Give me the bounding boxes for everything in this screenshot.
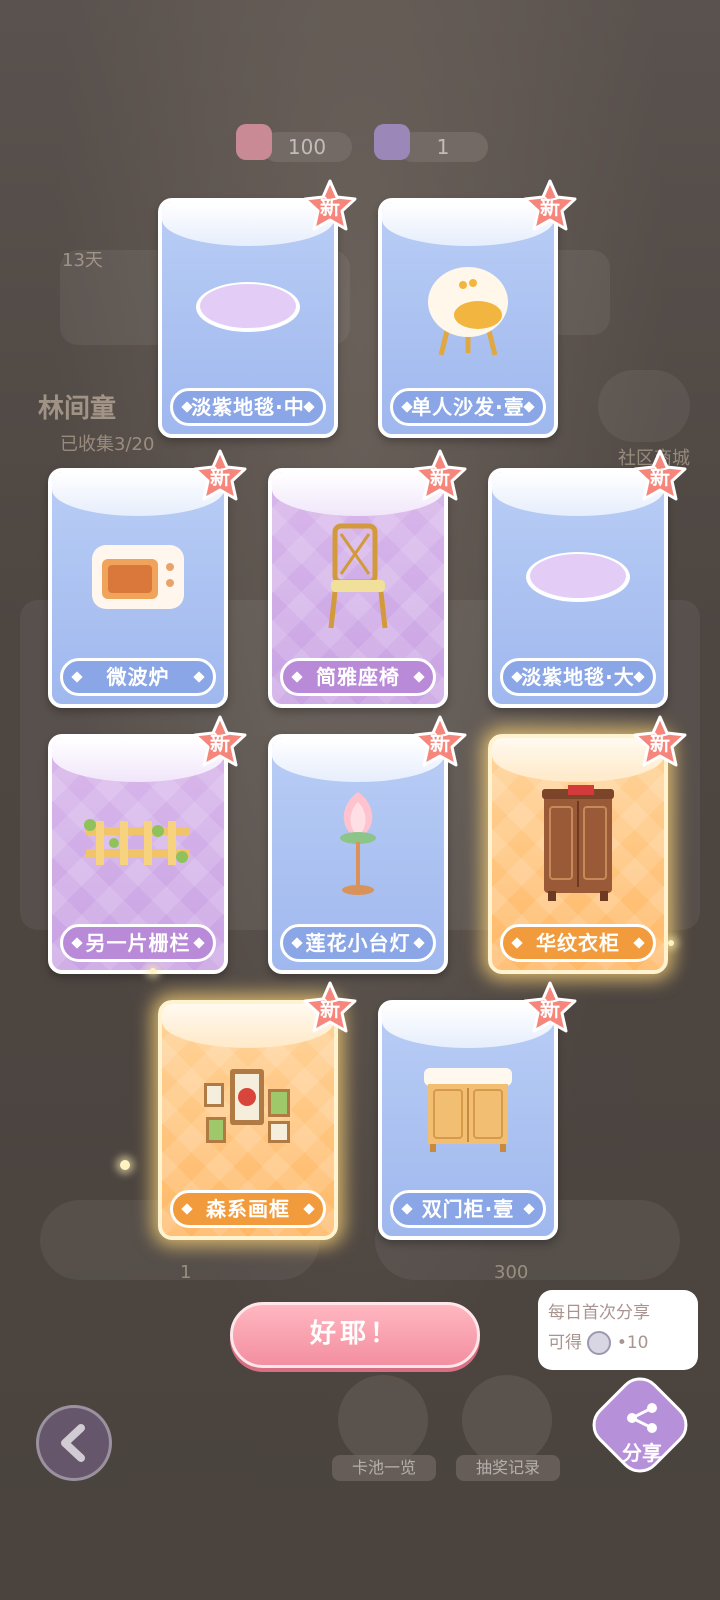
new-badge-text: 新	[650, 731, 670, 755]
draw-record-button[interactable]	[462, 1375, 552, 1465]
share-tip-reward: •10	[616, 1333, 649, 1353]
new-badge: 新	[412, 448, 468, 504]
back-button[interactable]	[36, 1405, 112, 1481]
ticket-icon	[374, 124, 410, 160]
draw-record-label: 抽奖记录	[456, 1455, 560, 1481]
confirm-button[interactable]: 好耶！	[230, 1302, 480, 1368]
new-badge-text: 新	[540, 195, 560, 219]
new-badge: 新	[632, 714, 688, 770]
reward-card[interactable]: 淡紫地毯·中	[158, 198, 338, 438]
days-badge: 13天	[62, 250, 103, 271]
new-badge: 新	[522, 980, 578, 1036]
sofa-icon	[423, 257, 513, 361]
arrow-left-icon	[61, 1424, 85, 1462]
paw-coin-icon	[587, 1331, 612, 1355]
card-label: 淡紫地毯·中	[170, 388, 326, 426]
cabinet-icon	[418, 1064, 518, 1158]
new-badge-text: 新	[210, 731, 230, 755]
reward-card[interactable]: 单人沙发·壹	[378, 198, 558, 438]
picture-frames-icon	[198, 1059, 298, 1163]
new-badge: 新	[302, 980, 358, 1036]
lotus-lamp-icon	[328, 788, 388, 902]
fence-icon	[78, 813, 198, 877]
new-badge: 新	[522, 178, 578, 234]
sparkle	[668, 940, 674, 946]
rug-icon	[193, 279, 303, 339]
card-label: 华纹衣柜	[500, 924, 656, 962]
new-badge-text: 新	[210, 465, 230, 489]
chair-icon	[323, 522, 393, 636]
share-label: 分享	[622, 1441, 662, 1465]
draw-once-cost: 1	[180, 1262, 192, 1283]
new-badge-text: 新	[540, 997, 560, 1021]
hearts-counter: 100	[262, 132, 352, 162]
pool-overview-label: 卡池一览	[332, 1455, 436, 1481]
card-label: 森系画框	[170, 1190, 326, 1228]
microwave-icon	[88, 539, 188, 619]
card-label: 简雅座椅	[280, 658, 436, 696]
reward-card[interactable]: 简雅座椅	[268, 468, 448, 708]
new-badge: 新	[632, 448, 688, 504]
new-badge: 新	[412, 714, 468, 770]
card-label: 双门柜·壹	[390, 1190, 546, 1228]
reward-card[interactable]: 微波炉	[48, 468, 228, 708]
shop-icon	[598, 370, 690, 442]
reward-card[interactable]: 华纹衣柜	[488, 734, 668, 974]
new-badge-text: 新	[430, 731, 450, 755]
new-badge-text: 新	[320, 195, 340, 219]
new-badge: 新	[302, 178, 358, 234]
new-badge-text: 新	[430, 465, 450, 489]
share-tooltip: 每日首次分享 可得 •10	[538, 1290, 698, 1370]
series-name: 林间童	[38, 394, 117, 424]
draw-ten-cost: 300	[494, 1262, 529, 1283]
collected-count: 已收集3/20	[60, 434, 155, 455]
new-badge-text: 新	[650, 465, 670, 489]
share-tip-prefix: 可得	[548, 1333, 582, 1353]
reward-card[interactable]: 森系画框	[158, 1000, 338, 1240]
share-icon	[627, 1403, 657, 1433]
rug-icon	[523, 549, 633, 609]
share-tip-line2: 可得 •10	[548, 1328, 688, 1358]
sparkle	[120, 1160, 130, 1170]
pool-overview-button[interactable]	[338, 1375, 428, 1465]
card-label: 另一片栅栏	[60, 924, 216, 962]
reward-card[interactable]: 淡紫地毯·大	[488, 468, 668, 708]
sparkle	[150, 968, 156, 974]
share-tip-line1: 每日首次分享	[548, 1303, 650, 1323]
reward-card[interactable]: 另一片栅栏	[48, 734, 228, 974]
new-badge: 新	[192, 448, 248, 504]
heart-gem-icon	[236, 124, 272, 160]
reward-card[interactable]: 双门柜·壹	[378, 1000, 558, 1240]
card-label: 莲花小台灯	[280, 924, 436, 962]
new-badge: 新	[192, 714, 248, 770]
new-badge-text: 新	[320, 997, 340, 1021]
reward-card[interactable]: 莲花小台灯	[268, 734, 448, 974]
wardrobe-icon	[538, 783, 618, 907]
tickets-counter: 1	[398, 132, 488, 162]
card-label: 单人沙发·壹	[390, 388, 546, 426]
card-label: 微波炉	[60, 658, 216, 696]
card-label: 淡紫地毯·大	[500, 658, 656, 696]
